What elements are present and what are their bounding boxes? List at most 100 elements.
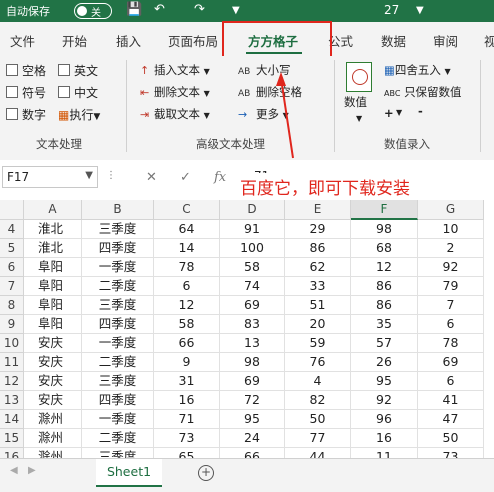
table-cell[interactable]: 98 [220, 353, 285, 372]
table-cell[interactable]: 2 [418, 239, 484, 258]
table-cell[interactable]: 10 [418, 220, 484, 239]
table-cell[interactable]: 12 [351, 258, 418, 277]
more-button[interactable]: → 更多 ▼ [238, 106, 289, 122]
undo-icon[interactable]: ↶ [154, 2, 165, 17]
table-cell[interactable]: 33 [285, 277, 351, 296]
table-cell[interactable]: 三季度 [82, 220, 154, 239]
column-header-a[interactable]: A [24, 200, 82, 220]
tab-insert[interactable]: 插入 [116, 31, 141, 50]
redo-icon[interactable]: ↷ [194, 2, 205, 17]
checkbox-space[interactable]: 空格 [6, 62, 46, 79]
table-cell[interactable]: 滁州 [24, 410, 82, 429]
keep-values-button[interactable]: ABC 只保留数值 [384, 84, 462, 100]
table-cell[interactable]: 73 [154, 429, 220, 448]
table-cell[interactable]: 58 [220, 258, 285, 277]
table-cell[interactable]: 24 [220, 429, 285, 448]
tab-page-layout[interactable]: 页面布局 [168, 31, 218, 50]
cancel-icon[interactable]: ✕ [146, 170, 157, 185]
table-cell[interactable]: 78 [154, 258, 220, 277]
table-cell[interactable]: 96 [351, 410, 418, 429]
row-header[interactable]: 4 [0, 220, 24, 239]
table-cell[interactable]: 安庆 [24, 372, 82, 391]
table-cell[interactable]: 三季度 [82, 296, 154, 315]
table-cell[interactable]: 阜阳 [24, 258, 82, 277]
table-cell[interactable]: 47 [418, 410, 484, 429]
table-cell[interactable]: 淮北 [24, 239, 82, 258]
row-header[interactable]: 7 [0, 277, 24, 296]
table-cell[interactable]: 滁州 [24, 429, 82, 448]
table-cell[interactable]: 一季度 [82, 258, 154, 277]
table-cell[interactable]: 76 [285, 353, 351, 372]
tab-review[interactable]: 审阅 [433, 31, 458, 50]
table-cell[interactable]: 95 [351, 372, 418, 391]
table-cell[interactable]: 35 [351, 315, 418, 334]
column-header-f[interactable]: F [351, 200, 418, 220]
tab-home[interactable]: 开始 [62, 31, 87, 50]
table-cell[interactable]: 31 [154, 372, 220, 391]
table-cell[interactable]: 淮北 [24, 220, 82, 239]
case-button[interactable]: AB 大小写 [238, 62, 291, 78]
tab-file[interactable]: 文件 [10, 31, 35, 50]
table-cell[interactable]: 86 [351, 277, 418, 296]
table-cell[interactable]: 6 [418, 372, 484, 391]
insert-text-button[interactable]: ↑ 插入文本 ▼ [140, 62, 210, 78]
tab-view[interactable]: 视 [484, 31, 494, 50]
numeric-button[interactable]: 数值 [344, 94, 367, 110]
table-cell[interactable]: 四季度 [82, 239, 154, 258]
checkbox-number[interactable]: 数字 [6, 106, 46, 123]
table-cell[interactable]: 安庆 [24, 334, 82, 353]
column-header-e[interactable]: E [285, 200, 351, 220]
checkbox-english[interactable]: 英文 [58, 62, 98, 79]
table-cell[interactable]: 13 [220, 334, 285, 353]
table-cell[interactable]: 57 [351, 334, 418, 353]
column-header-d[interactable]: D [220, 200, 285, 220]
table-cell[interactable]: 69 [418, 353, 484, 372]
table-cell[interactable]: 59 [285, 334, 351, 353]
table-cell[interactable]: 4 [285, 372, 351, 391]
table-cell[interactable]: 83 [220, 315, 285, 334]
table-cell[interactable]: 86 [351, 296, 418, 315]
row-header[interactable]: 10 [0, 334, 24, 353]
table-cell[interactable]: 100 [220, 239, 285, 258]
table-cell[interactable]: 92 [418, 258, 484, 277]
table-cell[interactable]: 二季度 [82, 429, 154, 448]
autosave-toggle[interactable]: 关 [74, 3, 112, 19]
column-header-c[interactable]: C [154, 200, 220, 220]
select-all-corner[interactable] [0, 200, 24, 220]
table-cell[interactable]: 7 [418, 296, 484, 315]
table-cell[interactable]: 安庆 [24, 391, 82, 410]
extract-text-button[interactable]: ⇥ 截取文本 ▼ [140, 106, 210, 122]
table-cell[interactable]: 6 [154, 277, 220, 296]
add-sheet-icon[interactable]: + [198, 465, 214, 481]
row-header[interactable]: 6 [0, 258, 24, 277]
plus-button[interactable]: + [384, 106, 394, 120]
table-cell[interactable]: 二季度 [82, 277, 154, 296]
confirm-icon[interactable]: ✓ [180, 170, 191, 185]
save-icon[interactable]: 💾 [126, 2, 142, 17]
table-cell[interactable]: 69 [220, 296, 285, 315]
chevron-down-icon[interactable]: ▼ [356, 114, 362, 123]
table-cell[interactable]: 71 [154, 410, 220, 429]
row-header[interactable]: 9 [0, 315, 24, 334]
row-header[interactable]: 5 [0, 239, 24, 258]
table-cell[interactable]: 阜阳 [24, 315, 82, 334]
table-cell[interactable]: 16 [154, 391, 220, 410]
row-header[interactable]: 14 [0, 410, 24, 429]
table-cell[interactable]: 64 [154, 220, 220, 239]
table-cell[interactable]: 四季度 [82, 391, 154, 410]
chevron-down-icon[interactable]: ▼ [396, 108, 402, 117]
row-header[interactable]: 12 [0, 372, 24, 391]
table-cell[interactable]: 50 [418, 429, 484, 448]
table-cell[interactable]: 78 [418, 334, 484, 353]
table-cell[interactable]: 41 [418, 391, 484, 410]
table-cell[interactable]: 14 [154, 239, 220, 258]
table-cell[interactable]: 29 [285, 220, 351, 239]
table-cell[interactable]: 98 [351, 220, 418, 239]
table-cell[interactable]: 95 [220, 410, 285, 429]
table-cell[interactable]: 四季度 [82, 315, 154, 334]
table-cell[interactable]: 66 [154, 334, 220, 353]
table-cell[interactable]: 79 [418, 277, 484, 296]
table-cell[interactable]: 92 [351, 391, 418, 410]
table-cell[interactable]: 77 [285, 429, 351, 448]
table-cell[interactable]: 69 [220, 372, 285, 391]
